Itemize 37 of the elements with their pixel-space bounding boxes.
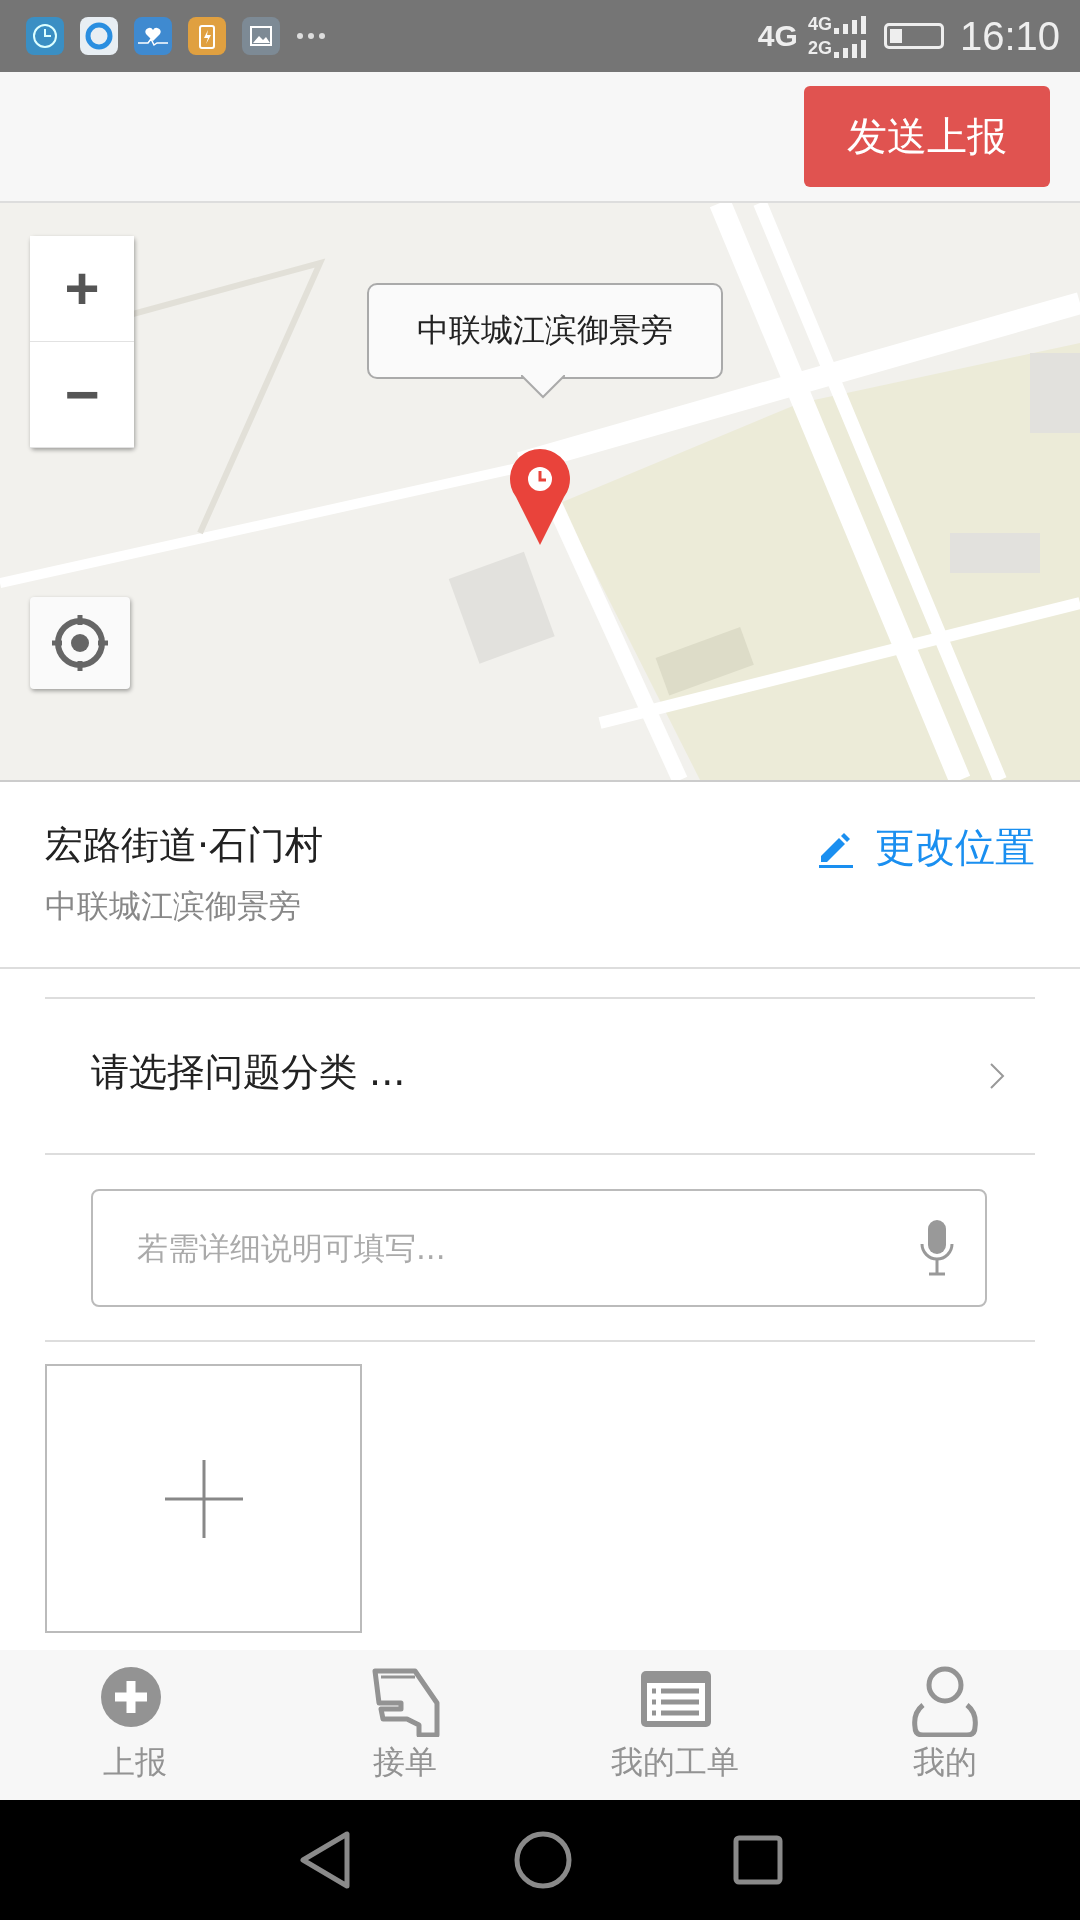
nav-tab[interactable]: 我的工单 xyxy=(540,1650,810,1800)
send-report-button[interactable]: 发送上报 xyxy=(804,86,1050,187)
change-location-link[interactable]: 更改位置 xyxy=(815,820,1035,875)
home-icon[interactable] xyxy=(513,1830,573,1890)
location-name: 宏路街道·石门村 xyxy=(45,822,324,869)
more-icon xyxy=(296,31,326,41)
nav-tab[interactable]: 接单 xyxy=(270,1650,540,1800)
back-icon[interactable] xyxy=(297,1830,353,1890)
category-selector[interactable]: 请选择问题分类 ... xyxy=(45,997,1035,1155)
network-type: 4G xyxy=(807,13,832,35)
battery-app-icon xyxy=(188,17,226,55)
signal-icon xyxy=(833,38,868,58)
gallery-app-icon xyxy=(242,17,280,55)
person-icon xyxy=(909,1665,981,1737)
callout-text: 中联城江滨御景旁 xyxy=(417,310,673,351)
description-field[interactable]: 若需详细说明可填写... xyxy=(91,1188,987,1307)
zoom-out-button[interactable]: − xyxy=(30,342,134,448)
battery-icon xyxy=(883,23,944,49)
locate-icon xyxy=(50,613,110,673)
clock-time: 16:10 xyxy=(959,13,1060,59)
signal-icon xyxy=(833,14,868,34)
recents-icon[interactable] xyxy=(733,1835,783,1885)
plus-icon xyxy=(164,1459,243,1538)
chevron-right-icon xyxy=(989,1062,1005,1090)
map-pin-icon xyxy=(508,449,572,545)
nav-tab[interactable]: 上报 xyxy=(0,1650,270,1800)
clock-app-icon xyxy=(26,17,64,55)
category-placeholder: 请选择问题分类 ... xyxy=(91,1048,406,1096)
network-type: 2G xyxy=(807,37,832,59)
location-address: 中联城江滨御景旁 xyxy=(45,886,302,927)
locate-button[interactable] xyxy=(30,597,130,689)
change-location-text[interactable]: 更改位置 xyxy=(875,820,1035,875)
browser-app-icon xyxy=(80,17,118,55)
zoom-in-button[interactable]: + xyxy=(30,236,134,342)
nav-tab[interactable]: 我的 xyxy=(810,1650,1080,1800)
network-type: 4G xyxy=(757,19,798,53)
heart-monitor-app-icon xyxy=(134,17,172,55)
